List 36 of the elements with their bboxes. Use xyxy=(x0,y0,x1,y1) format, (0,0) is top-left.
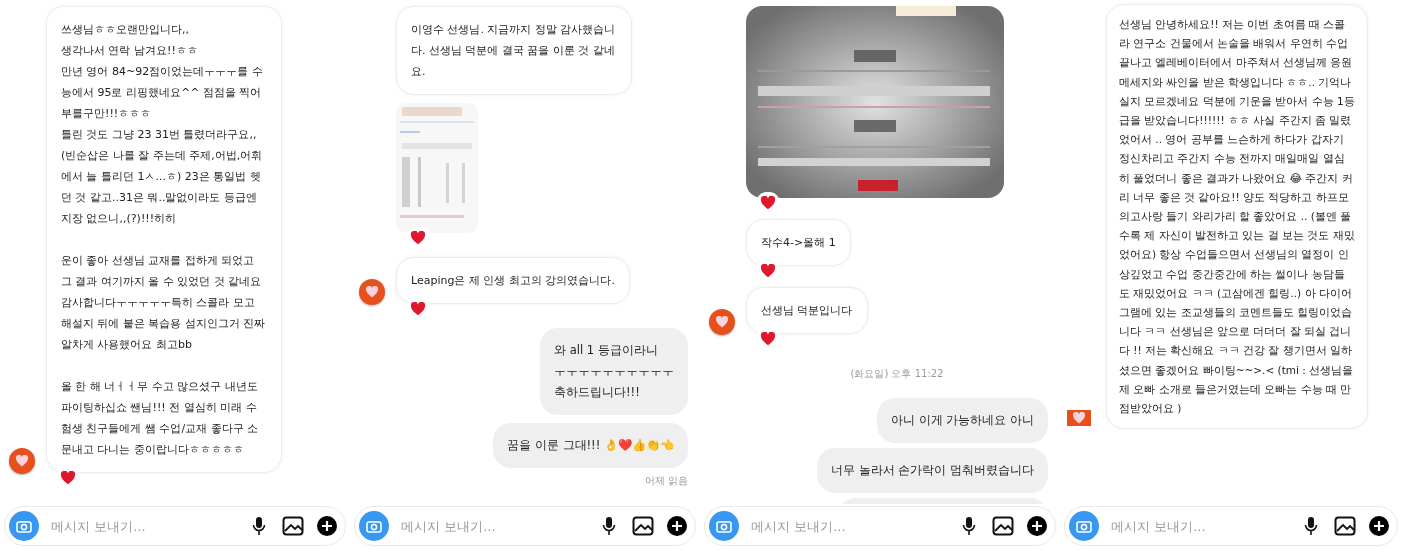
message-bubble: 작수4->올해 1 xyxy=(746,219,851,266)
message-bubble: 아니 이게 가능하네요 아니 xyxy=(877,398,1048,443)
message-field[interactable]: 메시지 보내기... xyxy=(49,517,237,535)
like-button[interactable] xyxy=(709,309,735,335)
read-status: 어제 읽음 xyxy=(644,474,688,488)
like-button[interactable] xyxy=(9,448,35,474)
gallery-button[interactable] xyxy=(1333,514,1357,538)
like-button[interactable] xyxy=(1067,410,1091,427)
add-button[interactable] xyxy=(315,514,339,538)
message-bubble: 너무 놀라서 손가락이 멈춰버렸습니다 xyxy=(817,448,1048,493)
heart-icon xyxy=(715,316,729,328)
gallery-button[interactable] xyxy=(991,514,1015,538)
camera-button[interactable] xyxy=(359,511,389,541)
add-button[interactable] xyxy=(1025,514,1049,538)
message-bubble: 와 all 1 등급이라니 ㅜㅜㅜㅜㅜㅜㅜㅜㅜㅜ 축하드립니다!!! xyxy=(540,328,688,415)
camera-button[interactable] xyxy=(9,511,39,541)
camera-icon xyxy=(366,519,382,533)
gallery-button[interactable] xyxy=(631,514,655,538)
message-field[interactable]: 메시지 보내기... xyxy=(1109,517,1289,535)
gallery-button[interactable] xyxy=(281,514,305,538)
camera-icon xyxy=(716,519,732,533)
message-field[interactable]: 메시지 보내기... xyxy=(749,517,947,535)
message-field[interactable]: 메시지 보내기... xyxy=(399,517,587,535)
like-button[interactable] xyxy=(359,279,385,305)
camera-icon xyxy=(1076,519,1092,533)
add-button[interactable] xyxy=(665,514,689,538)
heart-icon xyxy=(365,286,379,298)
message-bubble: 이영수 선생님. 지금까지 정말 감사했습니다. 선생님 덕분에 결국 꿈을 이룬 것 같네요. xyxy=(396,6,632,95)
heart-icon xyxy=(15,455,29,467)
camera-icon xyxy=(16,519,32,533)
timestamp: (화요일) 오후 11:22 xyxy=(850,367,944,381)
add-button[interactable] xyxy=(1367,514,1391,538)
camera-button[interactable] xyxy=(1069,511,1099,541)
camera-button[interactable] xyxy=(709,511,739,541)
heart-icon xyxy=(1072,412,1086,425)
message-bubble: 꿈을 이룬 그대!!! 👌❤👍👏👈 xyxy=(493,423,688,468)
